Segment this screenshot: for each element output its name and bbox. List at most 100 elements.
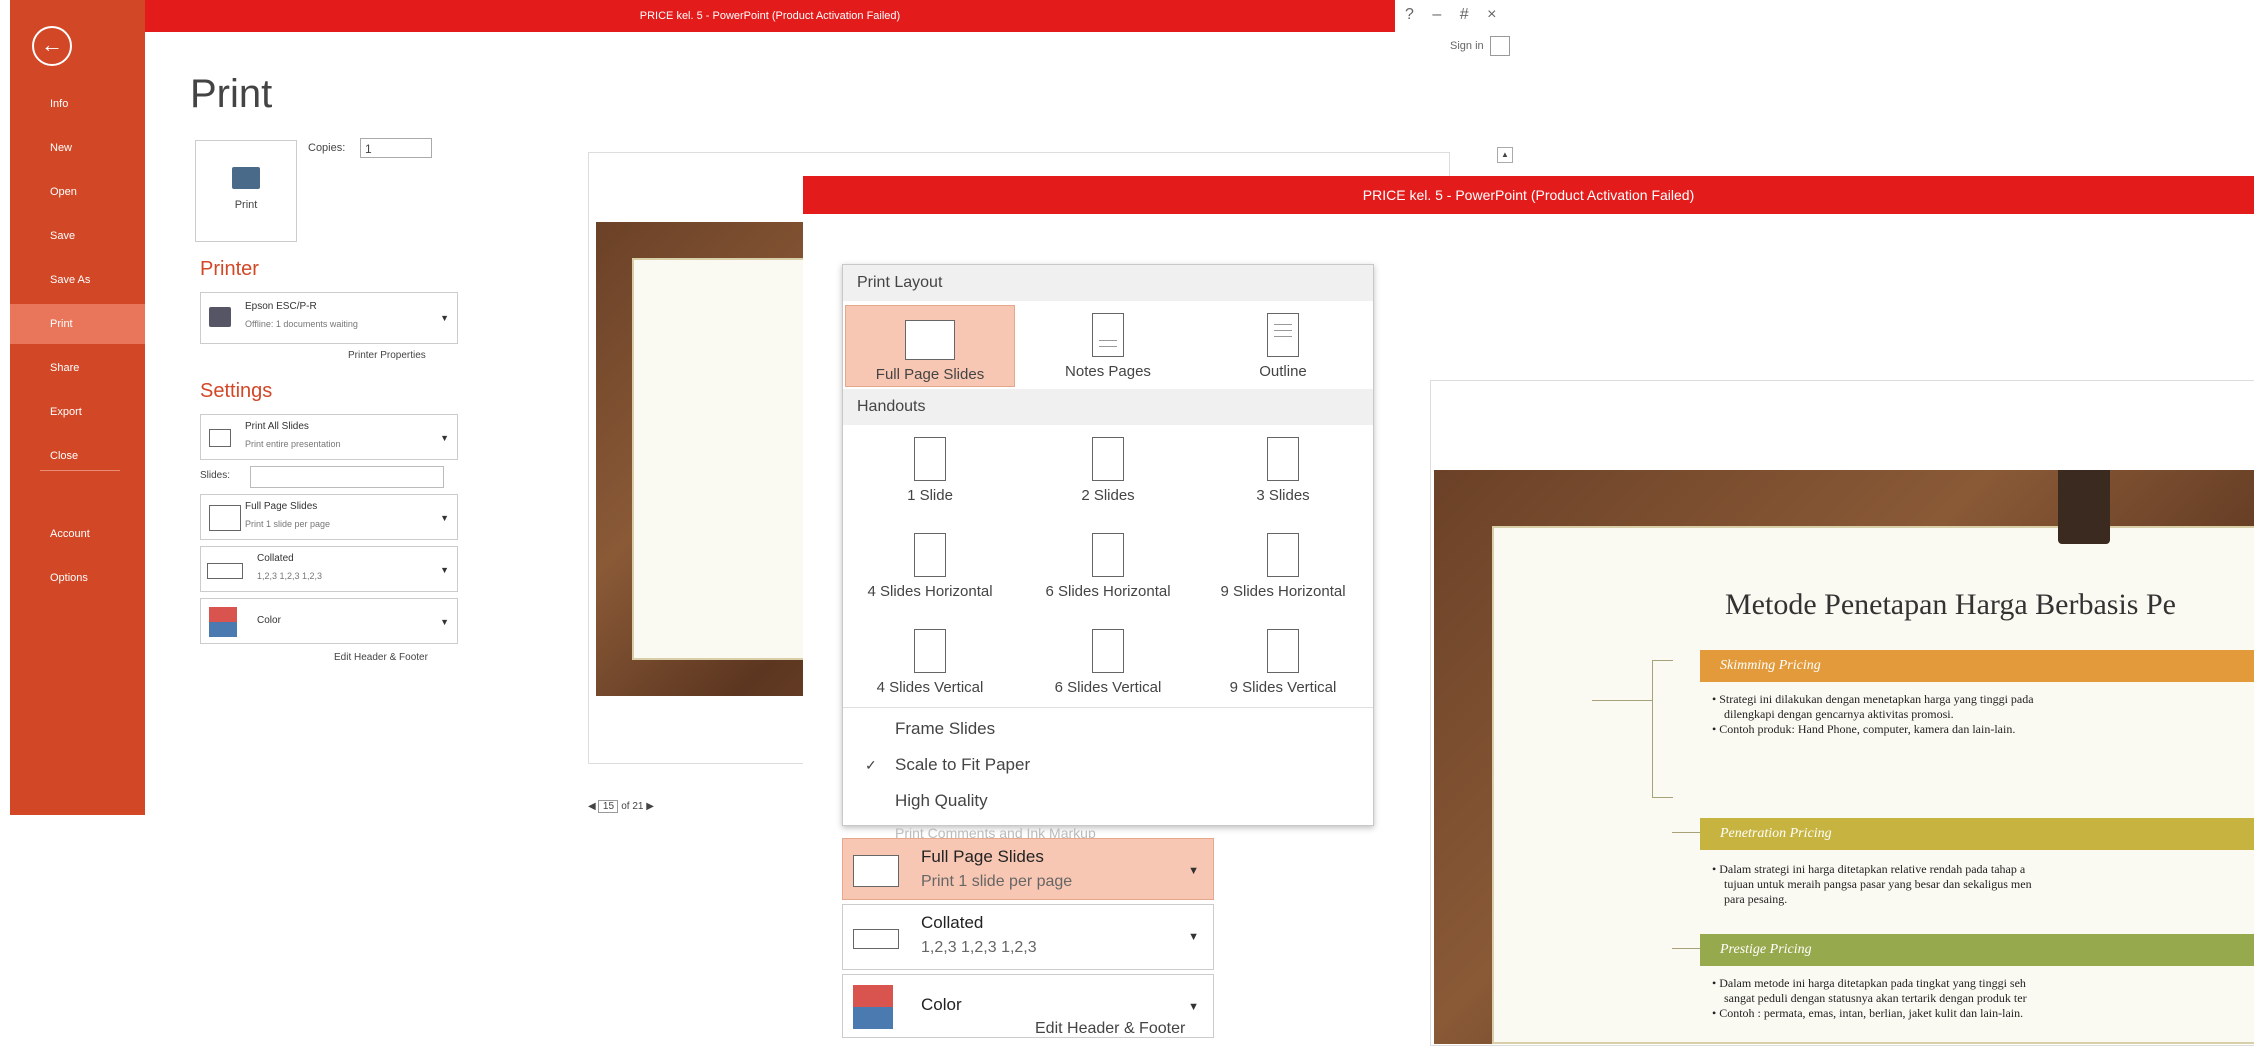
sidebar-item-save[interactable]: Save bbox=[10, 216, 145, 256]
color-icon bbox=[209, 607, 237, 637]
sidebar-item-options[interactable]: Options bbox=[10, 558, 145, 598]
window-controls[interactable]: ? – # × bbox=[1405, 6, 1515, 24]
print-range-sub: Print entire presentation bbox=[245, 439, 341, 449]
collated-sub: 1,2,3 1,2,3 1,2,3 bbox=[257, 571, 323, 581]
high-quality-option[interactable]: High Quality bbox=[895, 791, 988, 811]
print-button[interactable]: Print bbox=[195, 140, 297, 242]
printer-name: Epson ESC/P-R bbox=[245, 301, 317, 312]
chevron-down-icon: ▼ bbox=[440, 565, 449, 575]
restore-button[interactable]: # bbox=[1460, 6, 1469, 23]
notes-pages-icon bbox=[1092, 313, 1124, 357]
handout-4v-icon bbox=[914, 629, 946, 673]
handout-1-slide[interactable]: 1 Slide bbox=[845, 437, 1015, 504]
option-label: 9 Slides Horizontal bbox=[1220, 583, 1346, 600]
sidebar-item-save-as[interactable]: Save As bbox=[10, 260, 145, 300]
sidebar-item-account[interactable]: Account bbox=[10, 514, 145, 554]
printer-icon bbox=[232, 167, 260, 189]
layout-option-outline[interactable]: Outline bbox=[1198, 313, 1368, 380]
handout-9-horizontal[interactable]: 9 Slides Horizontal bbox=[1198, 533, 1368, 600]
sidebar-item-share[interactable]: Share bbox=[10, 348, 145, 388]
handout-6-horizontal[interactable]: 6 Slides Horizontal bbox=[1023, 533, 1193, 600]
slide-bracket bbox=[1652, 660, 1673, 798]
account-icon bbox=[1489, 36, 1510, 56]
bullet-item: para pesaing. bbox=[1724, 892, 1788, 906]
option-label: 3 Slides bbox=[1256, 487, 1310, 504]
printer-dropdown[interactable]: Epson ESC/P-R Offline: 1 documents waiti… bbox=[200, 292, 458, 344]
bullet-item: tujuan untuk meraih pangsa pasar yang be… bbox=[1724, 877, 2032, 891]
full-page-slides-icon bbox=[905, 320, 955, 360]
sign-in-label[interactable]: Sign in bbox=[1450, 40, 1484, 52]
front-layout-dropdown[interactable]: Full Page Slides Print 1 slide per page … bbox=[842, 838, 1214, 900]
slides-input[interactable] bbox=[250, 466, 444, 488]
front-edit-header-footer-link[interactable]: Edit Header & Footer bbox=[1035, 1020, 1185, 1038]
section-bullets: • Dalam metode ini harga ditetapkan pada… bbox=[1712, 976, 2252, 1021]
copies-input[interactable]: 1 bbox=[360, 138, 432, 158]
handout-6-vertical[interactable]: 6 Slides Vertical bbox=[1023, 629, 1193, 696]
bullet-item: • Contoh produk: Hand Phone, computer, k… bbox=[1712, 722, 2016, 736]
collated-title: Collated bbox=[257, 553, 294, 564]
collation-dropdown[interactable]: Collated 1,2,3 1,2,3 1,2,3 ▼ bbox=[200, 546, 458, 592]
handout-4-vertical[interactable]: 4 Slides Vertical bbox=[845, 629, 1015, 696]
print-layout-menu: Print Layout Full Page Slides Notes Page… bbox=[842, 264, 1374, 841]
outline-icon bbox=[1267, 313, 1299, 357]
help-button[interactable]: ? bbox=[1405, 6, 1414, 23]
option-label: 9 Slides Vertical bbox=[1229, 679, 1337, 696]
sidebar-item-open[interactable]: Open bbox=[10, 172, 145, 212]
layout-dropdown[interactable]: Full Page Slides Print 1 slide per page … bbox=[200, 494, 458, 540]
slide-connector bbox=[1592, 700, 1652, 701]
collated-sub: 1,2,3 1,2,3 1,2,3 bbox=[921, 939, 1037, 956]
printer-properties-link[interactable]: Printer Properties bbox=[348, 350, 426, 361]
option-label: Outline bbox=[1259, 363, 1307, 380]
sidebar-item-new[interactable]: New bbox=[10, 128, 145, 168]
option-label: 2 Slides bbox=[1081, 487, 1135, 504]
front-collation-dropdown[interactable]: Collated 1,2,3 1,2,3 1,2,3 ▼ bbox=[842, 904, 1214, 970]
bullet-item: • Contoh : permata, emas, intan, berlian… bbox=[1712, 1006, 2024, 1020]
minimize-button[interactable]: – bbox=[1432, 6, 1441, 23]
color-title: Color bbox=[257, 615, 281, 626]
slides-label: Slides: bbox=[200, 470, 231, 481]
section-bullets: • Strategi ini dilakukan dengan menetapk… bbox=[1712, 692, 2252, 737]
scroll-up-icon[interactable]: ▲ bbox=[1497, 147, 1513, 163]
scale-to-fit-option[interactable]: Scale to Fit Paper bbox=[895, 755, 1030, 775]
edit-header-footer-link[interactable]: Edit Header & Footer bbox=[334, 652, 428, 663]
chevron-down-icon: ▼ bbox=[440, 313, 449, 323]
layout-option-notes-pages[interactable]: Notes Pages bbox=[1023, 313, 1193, 380]
chevron-down-icon: ▼ bbox=[440, 617, 449, 627]
print-range-title: Print All Slides bbox=[245, 421, 309, 432]
sidebar-item-print[interactable]: Print bbox=[10, 304, 145, 344]
sidebar-item-export[interactable]: Export bbox=[10, 392, 145, 432]
page-navigator[interactable]: ◀ 15 of 21 ▶ bbox=[588, 800, 654, 813]
back-arrow-icon[interactable]: ← bbox=[32, 26, 72, 66]
handout-1-icon bbox=[914, 437, 946, 481]
color-dropdown[interactable]: Color ▼ bbox=[200, 598, 458, 644]
handout-6h-icon bbox=[1092, 533, 1124, 577]
bullet-item: • Strategi ini dilakukan dengan menetapk… bbox=[1712, 692, 2034, 706]
collated-title: Collated bbox=[921, 913, 984, 932]
slides-icon bbox=[209, 429, 231, 447]
handout-3-slides[interactable]: 3 Slides bbox=[1198, 437, 1368, 504]
section-bullets: • Dalam strategi ini harga ditetapkan re… bbox=[1712, 862, 2252, 907]
bullet-item: dilengkapi dengan gencarnya aktivitas pr… bbox=[1724, 707, 1954, 721]
printer-status: Offline: 1 documents waiting bbox=[245, 319, 358, 329]
handout-2-slides[interactable]: 2 Slides bbox=[1023, 437, 1193, 504]
sidebar-divider bbox=[40, 470, 120, 471]
layout-title: Full Page Slides bbox=[245, 501, 318, 512]
option-label: 1 Slide bbox=[907, 487, 953, 504]
handout-9-vertical[interactable]: 9 Slides Vertical bbox=[1198, 629, 1368, 696]
frame-slides-option[interactable]: Frame Slides bbox=[895, 719, 995, 739]
clipboard-clip-icon bbox=[2058, 470, 2110, 544]
handout-4-horizontal[interactable]: 4 Slides Horizontal bbox=[845, 533, 1015, 600]
front-window-titlebar: PRICE kel. 5 - PowerPoint (Product Activ… bbox=[803, 176, 2254, 214]
close-button[interactable]: × bbox=[1487, 6, 1496, 23]
backstage-sidebar: ← Info New Open Save Save As Print Share… bbox=[10, 0, 145, 815]
print-range-dropdown[interactable]: Print All Slides Print entire presentati… bbox=[200, 414, 458, 460]
slide-heading: Metode Penetapan Harga Berbasis Pe bbox=[1725, 588, 2176, 621]
handout-4h-icon bbox=[914, 533, 946, 577]
page-number-input[interactable]: 15 bbox=[598, 800, 619, 813]
print-layout-header: Print Layout bbox=[843, 265, 1373, 301]
print-button-label: Print bbox=[234, 199, 258, 211]
printer-icon bbox=[209, 307, 231, 327]
layout-option-full-page[interactable]: Full Page Slides bbox=[845, 305, 1015, 387]
sidebar-item-info[interactable]: Info bbox=[10, 84, 145, 124]
sign-in[interactable]: Sign in bbox=[1450, 36, 1510, 56]
